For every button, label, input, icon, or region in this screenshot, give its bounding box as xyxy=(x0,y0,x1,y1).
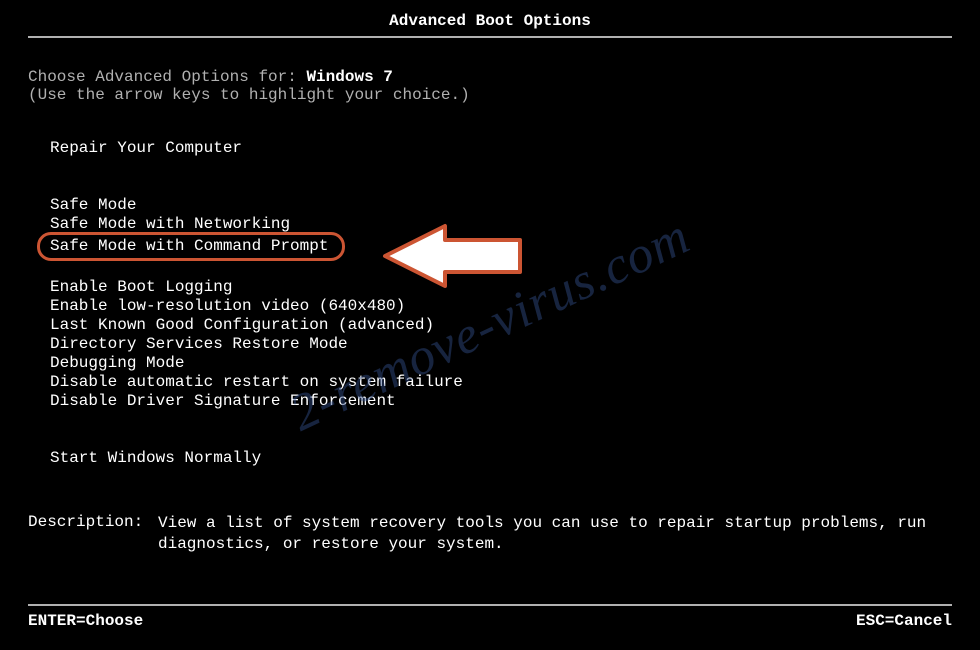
description-block: Description: View a list of system recov… xyxy=(28,513,952,555)
highlighted-option: Safe Mode with Command Prompt xyxy=(37,232,345,261)
option-disable-auto-restart[interactable]: Disable automatic restart on system fail… xyxy=(50,373,980,392)
option-last-known-good[interactable]: Last Known Good Configuration (advanced) xyxy=(50,316,980,335)
instruction-hint: (Use the arrow keys to highlight your ch… xyxy=(28,86,952,104)
footer-esc: ESC=Cancel xyxy=(856,612,952,630)
option-boot-logging[interactable]: Enable Boot Logging xyxy=(50,278,980,297)
boot-options-list: Repair Your Computer Safe Mode Safe Mode… xyxy=(50,139,980,468)
option-repair-computer[interactable]: Repair Your Computer xyxy=(50,139,980,158)
page-title: Advanced Boot Options xyxy=(389,12,591,30)
option-debugging-mode[interactable]: Debugging Mode xyxy=(50,354,980,373)
option-start-normally[interactable]: Start Windows Normally xyxy=(50,449,980,468)
title-bar: Advanced Boot Options xyxy=(28,0,952,38)
description-label: Description: xyxy=(28,513,158,555)
option-safe-mode-command-prompt[interactable]: Safe Mode with Command Prompt xyxy=(50,234,980,259)
footer-bar: ENTER=Choose ESC=Cancel xyxy=(28,604,952,630)
description-text: View a list of system recovery tools you… xyxy=(158,513,952,555)
option-low-res-video[interactable]: Enable low-resolution video (640x480) xyxy=(50,297,980,316)
option-directory-services-restore[interactable]: Directory Services Restore Mode xyxy=(50,335,980,354)
instruction-block: Choose Advanced Options for: Windows 7 (… xyxy=(28,68,952,104)
instruction-os: Windows 7 xyxy=(306,68,392,86)
option-disable-driver-signature[interactable]: Disable Driver Signature Enforcement xyxy=(50,392,980,411)
instruction-prefix: Choose Advanced Options for: xyxy=(28,68,306,86)
option-safe-mode[interactable]: Safe Mode xyxy=(50,196,980,215)
footer-enter: ENTER=Choose xyxy=(28,612,143,630)
